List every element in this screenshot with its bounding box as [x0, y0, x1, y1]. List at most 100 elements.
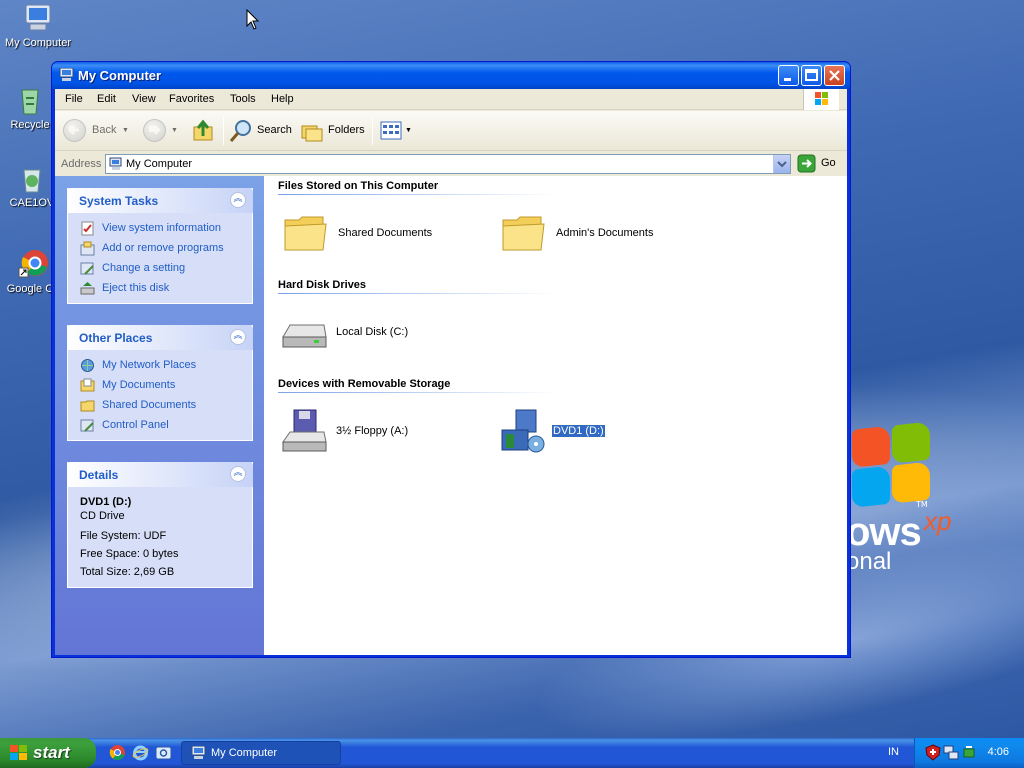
group-header-files-stored: Files Stored on This Computer — [278, 180, 439, 192]
item-shared-documents[interactable]: Shared Documents — [282, 210, 482, 258]
outlook-express-icon[interactable] — [155, 744, 172, 761]
item-label: 3½ Floppy (A:) — [336, 425, 409, 437]
desktop-icon-label: My Computer — [4, 37, 72, 49]
details-header[interactable]: Details ︽ — [67, 462, 253, 487]
desktop-icon-label: CAE1OV — [9, 197, 55, 209]
system-tasks-panel: System Tasks ︽ View system information A… — [67, 188, 253, 304]
place-my-documents[interactable]: My Documents — [68, 376, 252, 396]
menu-edit[interactable]: Edit — [97, 93, 116, 105]
place-label: Shared Documents — [102, 399, 197, 411]
forward-dropdown-icon[interactable]: ▼ — [171, 127, 178, 134]
views-button[interactable]: ▼ — [379, 119, 415, 143]
menu-tools[interactable]: Tools — [230, 93, 256, 105]
other-places-title: Other Places — [79, 331, 153, 345]
task-change-setting[interactable]: Change a setting — [68, 259, 252, 279]
start-label: start — [33, 743, 70, 762]
forward-button[interactable]: ▼ — [143, 119, 179, 143]
menu-bar: File Edit View Favorites Tools Help — [55, 89, 847, 110]
system-info-icon — [81, 221, 94, 236]
details-name: DVD1 (D:) — [80, 496, 132, 508]
computer-icon — [22, 2, 54, 34]
recycle-bin-icon — [14, 84, 46, 116]
address-dropdown-button[interactable] — [773, 155, 790, 173]
item-admins-documents[interactable]: Admin's Documents — [500, 210, 700, 258]
task-view-system-information[interactable]: View system information — [68, 219, 252, 239]
go-arrow-icon — [797, 154, 816, 173]
details-body: DVD1 (D:) CD Drive File System: UDF Free… — [68, 487, 252, 587]
floppy-drive-icon — [282, 409, 327, 452]
other-places-header[interactable]: Other Places ︽ — [67, 325, 253, 350]
system-tasks-title: System Tasks — [79, 194, 159, 208]
place-label: My Documents — [102, 379, 176, 391]
place-label: Control Panel — [102, 419, 169, 431]
place-label: My Network Places — [102, 359, 197, 371]
start-button[interactable]: start — [0, 738, 96, 768]
task-label: Eject this disk — [102, 282, 170, 294]
chrome-icon — [17, 248, 49, 280]
menu-file[interactable]: File — [65, 93, 83, 105]
title-bar[interactable]: My Computer — [52, 62, 850, 89]
collapse-chevron-icon[interactable]: ︽ — [230, 329, 246, 345]
add-remove-programs-icon — [80, 241, 95, 256]
menu-favorites[interactable]: Favorites — [169, 93, 214, 105]
item-floppy-a[interactable]: 3½ Floppy (A:) — [280, 408, 480, 456]
back-dropdown-icon[interactable]: ▼ — [122, 127, 129, 134]
control-panel-icon — [80, 419, 94, 432]
go-button[interactable]: Go — [797, 154, 841, 174]
security-shield-icon[interactable] — [925, 744, 941, 761]
desktop-icon-label: Recycle — [10, 119, 50, 131]
desktop-icon-my-computer[interactable]: My Computer — [0, 2, 76, 49]
close-icon — [829, 70, 840, 81]
item-local-disk-c[interactable]: Local Disk (C:) — [280, 309, 480, 357]
place-control-panel[interactable]: Control Panel — [68, 416, 252, 436]
menu-help[interactable]: Help — [271, 93, 294, 105]
item-label: Admin's Documents — [556, 227, 654, 239]
chrome-icon[interactable] — [109, 744, 126, 761]
collapse-chevron-icon[interactable]: ︽ — [230, 192, 246, 208]
task-eject-disk[interactable]: Eject this disk — [68, 279, 252, 299]
address-input[interactable]: My Computer — [105, 154, 791, 174]
maximize-icon — [805, 69, 818, 81]
logo-subtitle: onal — [846, 548, 892, 575]
group-divider — [278, 293, 558, 294]
views-dropdown-icon: ▼ — [405, 127, 412, 134]
taskbar-button-label: My Computer — [211, 747, 278, 759]
other-places-panel: Other Places ︽ My Network Places My Docu… — [67, 325, 253, 441]
language-indicator[interactable]: IN — [888, 746, 899, 758]
taskbar-button-my-computer[interactable]: My Computer — [181, 741, 341, 765]
details-file-system: File System: UDF — [80, 530, 167, 542]
dvd-drive-icon — [501, 409, 545, 453]
folders-button[interactable]: Folders — [300, 119, 366, 143]
task-add-remove-programs[interactable]: Add or remove programs — [68, 239, 252, 259]
up-folder-icon — [193, 119, 213, 141]
place-shared-documents[interactable]: Shared Documents — [68, 396, 252, 416]
collapse-chevron-icon[interactable]: ︽ — [230, 466, 246, 482]
maximize-button[interactable] — [801, 65, 822, 86]
logo-xp: xp — [924, 506, 952, 536]
chevron-down-icon — [777, 161, 787, 168]
usb-device-icon[interactable] — [961, 744, 977, 761]
system-tasks-header[interactable]: System Tasks ︽ — [67, 188, 253, 213]
address-label: Address — [61, 158, 102, 170]
back-button[interactable]: Back ▼ — [63, 119, 129, 143]
group-header-removable-storage: Devices with Removable Storage — [278, 378, 451, 390]
internet-explorer-icon[interactable] — [132, 744, 149, 761]
minimize-button[interactable] — [778, 65, 799, 86]
explorer-window[interactable]: My Computer File Edit View Favorites Too… — [51, 61, 851, 658]
file-view[interactable]: Files Stored on This Computer Shared Doc… — [264, 176, 847, 655]
search-button[interactable]: Search — [229, 119, 293, 143]
close-button[interactable] — [824, 65, 845, 86]
address-value: My Computer — [126, 158, 193, 170]
item-label-selected: DVD1 (D:) — [551, 424, 606, 438]
minimize-icon — [784, 78, 791, 81]
up-folder-button[interactable] — [191, 119, 217, 143]
search-label: Search — [257, 124, 292, 136]
item-dvd-d[interactable]: DVD1 (D:) — [498, 408, 698, 456]
place-my-network-places[interactable]: My Network Places — [68, 356, 252, 376]
details-type: CD Drive — [80, 510, 125, 522]
network-icon[interactable] — [943, 744, 959, 761]
clock[interactable]: 4:06 — [988, 746, 1009, 758]
my-computer-icon — [191, 746, 206, 759]
menu-view[interactable]: View — [132, 93, 156, 105]
mouse-cursor-icon — [246, 9, 260, 30]
